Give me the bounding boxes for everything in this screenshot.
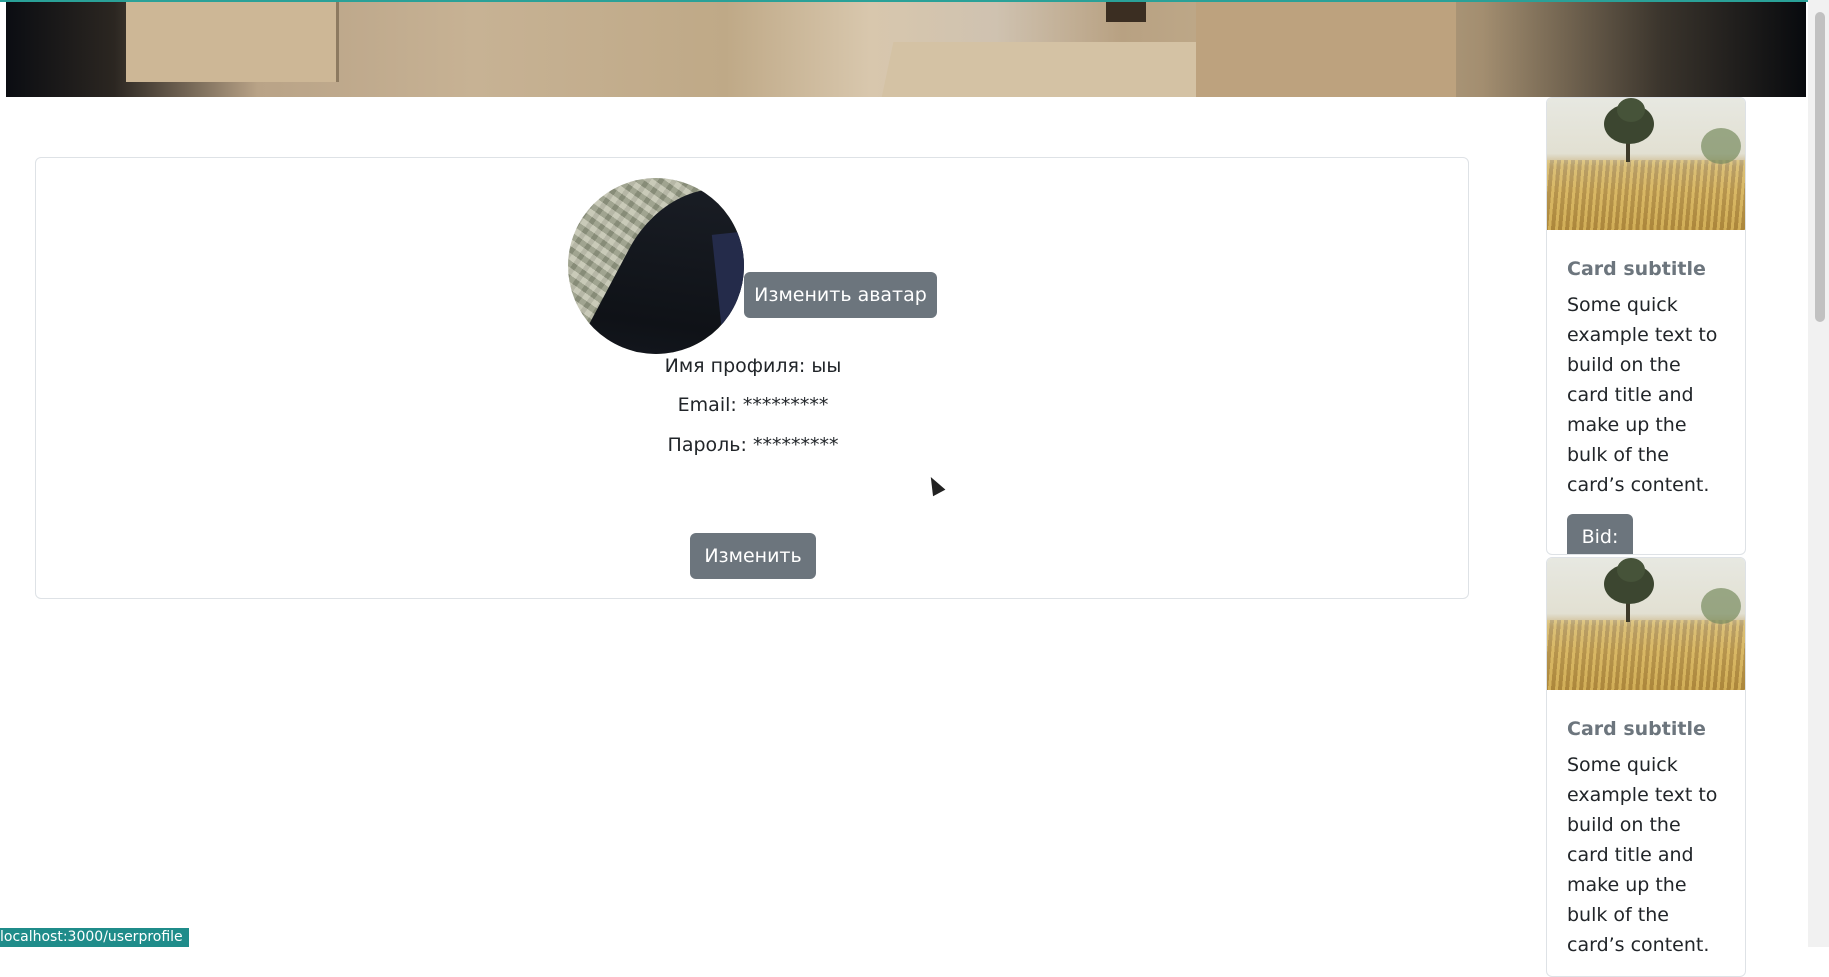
card-text: Some quick example text to build on the … (1567, 294, 1718, 496)
profile-name: Имя профиля: ыы (664, 355, 842, 377)
card-subtitle: Card subtitle (1567, 258, 1706, 280)
card-text: Some quick example text to build on the … (1567, 754, 1718, 956)
profile-password: Пароль: ********* (667, 434, 839, 456)
card-image (1547, 558, 1745, 690)
side-card: Card subtitle Some quick example text to… (1546, 557, 1746, 977)
hero-banner-image (6, 2, 1806, 97)
bid-button[interactable]: Bid: (1567, 514, 1633, 554)
scrollbar-thumb[interactable] (1815, 12, 1825, 322)
card-subtitle: Card subtitle (1567, 718, 1706, 740)
avatar (568, 178, 744, 354)
profile-email: Email: ********* (677, 394, 829, 416)
edit-profile-button[interactable]: Изменить (690, 533, 816, 579)
side-card: Card subtitle Some quick example text to… (1546, 97, 1746, 555)
card-image (1547, 98, 1745, 230)
status-bar-url: localhost:3000/userprofile (0, 928, 189, 947)
change-avatar-button[interactable]: Изменить аватар (744, 272, 937, 318)
